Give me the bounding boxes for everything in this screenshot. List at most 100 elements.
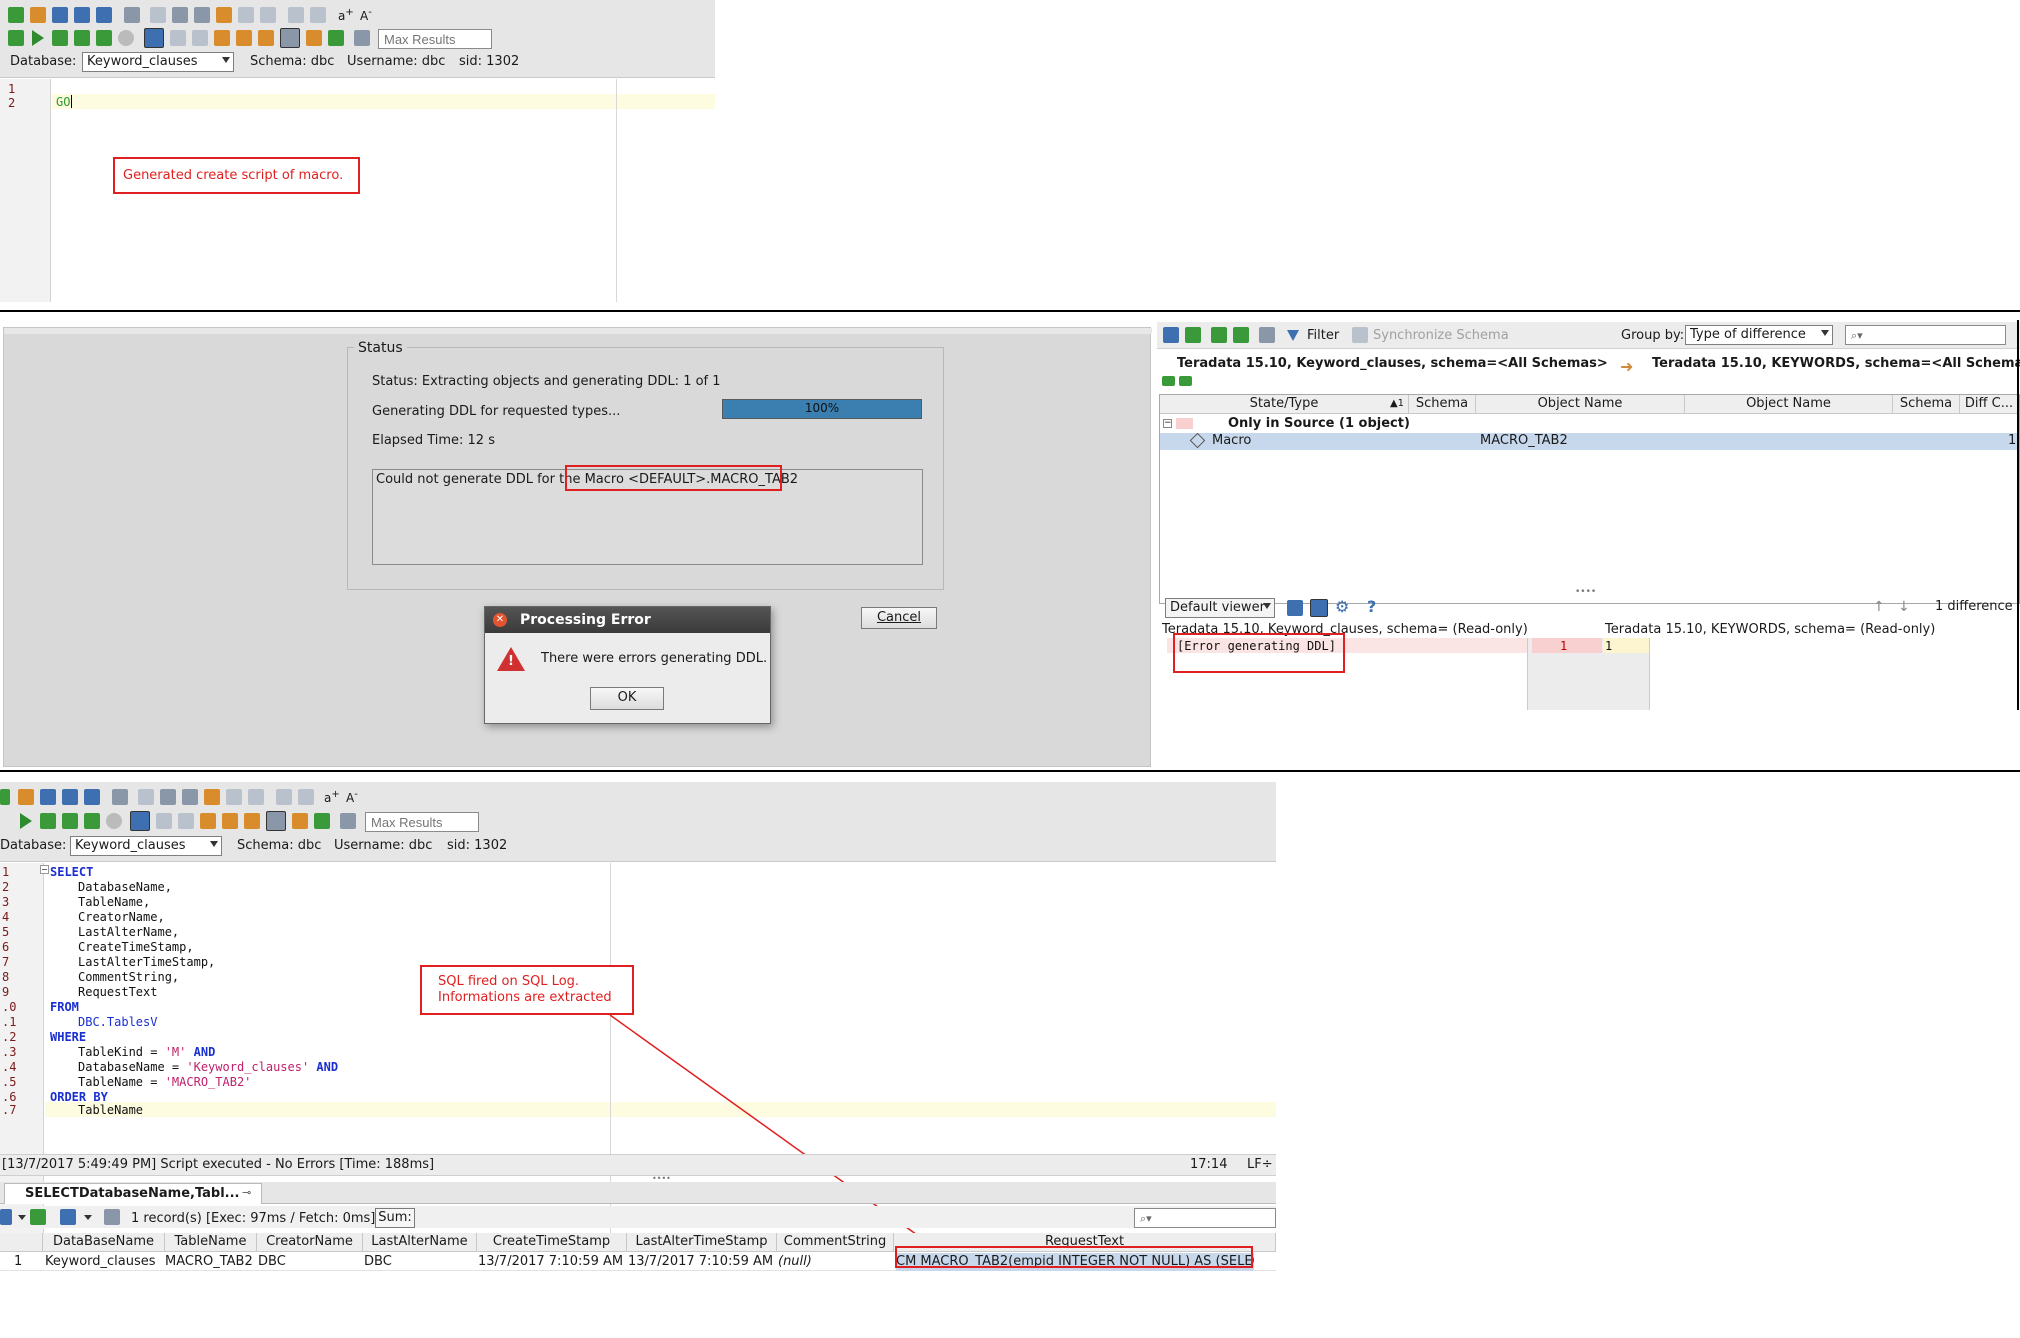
help-icon[interactable]: ? [1367,597,1376,616]
compare-tree-table: State/Type ▲1 Schema Object Name Object … [1159,394,2020,604]
font-decrease-icon[interactable]: A- [360,7,372,23]
format-icon[interactable] [170,30,186,46]
cell-last-alter-ts[interactable]: 13/7/2017 7:10:59 AM [628,1253,773,1271]
cell-last-alter[interactable]: DBC [364,1253,392,1271]
sync-schema-button[interactable]: Synchronize Schema [1373,328,1509,343]
cell-database[interactable]: Keyword_clauses [45,1253,156,1271]
target-header: Teradata 15.10, KEYWORDS, schema=<All Sc… [1652,356,2020,371]
cancel-button[interactable]: Cancel [861,607,937,629]
columns-icon[interactable] [1259,327,1275,343]
column-header[interactable]: TableName [165,1233,257,1252]
expand-all-icon[interactable] [1162,376,1175,386]
undo-icon[interactable] [238,7,254,23]
font-increase-icon[interactable]: a+ [338,7,354,23]
previous-difference-icon[interactable]: ↑ [1873,599,1885,615]
print-icon[interactable] [124,7,140,23]
execute-icon[interactable] [8,30,24,46]
cancel-button-label: Cancel [876,610,922,625]
column-header-diff-count[interactable]: Diff C... [1960,395,2019,414]
column-header-target-object-name[interactable]: Object Name [1685,395,1893,414]
refresh-results-icon[interactable] [60,1209,76,1225]
column-header[interactable]: CreatorName [257,1233,363,1252]
grid-icon[interactable] [306,30,322,46]
column-header[interactable]: CreateTimeStamp [477,1233,627,1252]
settings-gear-icon[interactable]: ⚙ [1335,597,1349,616]
result-tab[interactable]: SELECTDatabaseName,Tabl... ⊸ [4,1183,262,1204]
select-all-icon[interactable] [150,7,166,23]
viewer-select[interactable]: Default viewer [1165,598,1275,618]
column-header[interactable]: DataBaseName [43,1233,165,1252]
compare-search-input[interactable]: ⌕▾ [1845,325,2006,345]
tree-collapse-icon[interactable]: − [1163,419,1172,428]
edit-icon[interactable] [1185,327,1201,343]
database-select[interactable]: Keyword_clauses [82,52,234,72]
pin-icon[interactable]: ⊸ [242,1186,251,1199]
ignore-whitespace-icon[interactable] [1287,600,1303,616]
result-mode-icon[interactable] [144,28,164,48]
splitter-grip[interactable]: •••• [1575,587,1596,597]
ok-button[interactable]: OK [590,687,664,710]
cell-creator[interactable]: DBC [258,1253,286,1271]
replace-icon[interactable] [310,7,326,23]
search-icon: ⌕▾ [1851,329,1863,342]
copy-icon[interactable] [194,7,210,23]
pencil-icon[interactable] [236,30,252,46]
save-all-icon[interactable] [96,7,112,23]
export-results-icon[interactable] [30,1209,46,1225]
max-results-input[interactable] [378,29,492,49]
column-header[interactable]: LastAlterName [363,1233,477,1252]
execute-script-icon[interactable] [74,30,90,46]
table-icon[interactable] [328,30,344,46]
grid-view-icon[interactable] [0,1209,12,1225]
next-difference-icon[interactable]: ↓ [1898,599,1910,615]
processing-error-dialog: ✕ Processing Error ! There were errors g… [484,606,771,724]
collapse-all-icon[interactable] [1179,376,1192,386]
column-header[interactable]: LastAlterTimeStamp [627,1233,777,1252]
redo-icon[interactable] [260,7,276,23]
chevron-down-icon[interactable] [84,1215,92,1220]
column-header-target-schema[interactable]: Schema [1893,395,1960,414]
layout-icon[interactable] [280,28,300,48]
printer-icon[interactable] [354,30,370,46]
execute-current-icon[interactable] [52,30,68,46]
open-folder-icon[interactable] [30,7,46,23]
new-file-icon[interactable] [8,7,24,23]
filter-icon[interactable] [1287,330,1299,341]
merge-icon[interactable] [1211,327,1227,343]
code-line-go[interactable]: GO [56,95,70,109]
result-search-input[interactable]: ⌕▾ [1134,1208,1276,1228]
cut-icon[interactable] [172,7,188,23]
paste-icon[interactable] [216,7,232,23]
group-row-label[interactable]: Only in Source (1 object) [1228,415,1410,433]
refresh-icon[interactable] [1163,327,1179,343]
cell-comment[interactable]: (null) [778,1253,812,1271]
save-icon[interactable] [52,7,68,23]
group-by-select[interactable]: Type of difference [1685,325,1833,345]
export-icon[interactable] [96,30,112,46]
column-header[interactable]: CommentString [777,1233,894,1252]
elapsed-time: Elapsed Time: 12 s [372,433,495,448]
side-by-side-icon[interactable] [1310,599,1328,617]
close-icon[interactable]: ✕ [493,613,507,627]
history-icon[interactable] [258,30,274,46]
comment-icon[interactable] [192,30,208,46]
cell-create-ts[interactable]: 13/7/2017 7:10:59 AM [478,1253,623,1271]
filter-button[interactable]: Filter [1307,328,1339,343]
apply-icon[interactable] [1233,327,1249,343]
chevron-down-icon [1263,603,1271,609]
wand-icon[interactable] [214,30,230,46]
find-icon[interactable] [288,7,304,23]
sum-button[interactable]: Sum: [375,1208,415,1228]
column-header-state-type[interactable]: State/Type ▲1 [1160,395,1409,414]
print-results-icon[interactable] [104,1209,120,1225]
column-header-schema[interactable]: Schema [1409,395,1476,414]
save-as-icon[interactable] [74,7,90,23]
result-tab-label: SELECTDatabaseName,Tabl... [25,1186,240,1201]
cell-table[interactable]: MACRO_TAB2 [165,1253,253,1271]
run-icon[interactable] [32,30,44,46]
item-row[interactable] [1160,433,2019,450]
column-header-object-name[interactable]: Object Name [1476,395,1685,414]
line-ending[interactable]: LF÷ [1247,1157,1273,1172]
chevron-down-icon[interactable] [18,1215,26,1220]
stop-icon[interactable] [118,30,134,46]
